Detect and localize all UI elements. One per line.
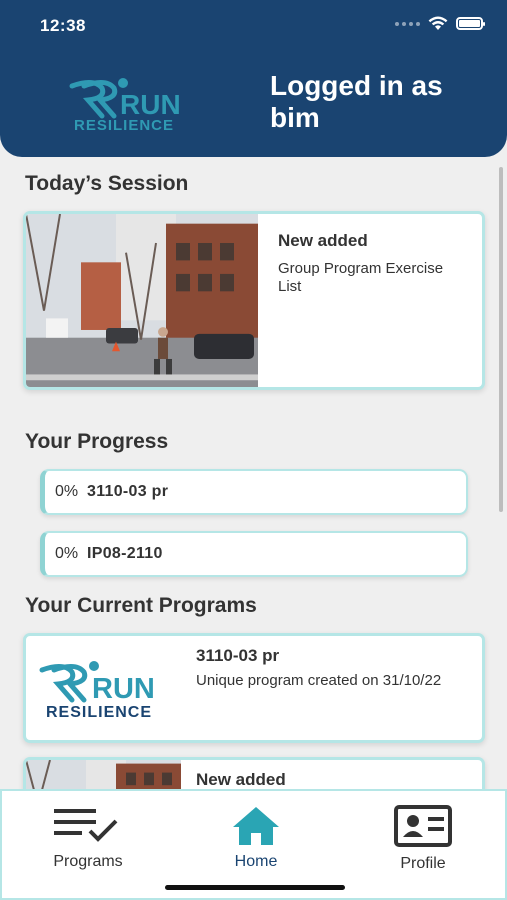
tab-profile-label: Profile [400, 855, 446, 872]
status-icons [395, 16, 485, 31]
todays-session-card[interactable]: New added Group Program Exercise List [23, 211, 485, 390]
tab-home[interactable]: Home [196, 805, 316, 871]
progress-program-name: 3110-03 pr [87, 483, 169, 500]
status-time: 12:38 [40, 16, 86, 35]
logo-word: RUN [92, 673, 155, 705]
bottom-tab-bar: Programs Home Profile [0, 789, 507, 900]
logo-tagline: RESILIENCE [74, 117, 174, 134]
street-photo [26, 214, 258, 387]
logged-in-label: Logged in as bim [270, 70, 443, 133]
session-card-title: New added [278, 231, 368, 250]
signal-dots-icon [395, 21, 420, 26]
your-progress-title: Your Progress [25, 430, 169, 453]
run-resilience-logo: RUN RESILIENCE [39, 661, 155, 721]
profile-card-icon [394, 805, 452, 847]
tab-home-label: Home [234, 853, 278, 870]
tab-profile[interactable]: Profile [363, 805, 483, 873]
checklist-icon [54, 809, 118, 842]
tab-programs-label: Programs [53, 853, 123, 870]
run-resilience-logo: RUN RESILIENCE [69, 78, 181, 134]
tab-programs[interactable]: Programs [28, 805, 148, 871]
program-subtitle: Unique program created on 31/10/22 [196, 672, 442, 689]
todays-session-title: Today’s Session [25, 172, 189, 195]
progress-program-name: IP08-2110 [87, 545, 163, 562]
progress-percent: 0% [55, 545, 79, 562]
current-programs-title: Your Current Programs [25, 594, 257, 617]
program-card[interactable]: RUN RESILIENCE 3110-03 pr Unique program… [23, 633, 485, 743]
progress-item[interactable]: 0% 3110-03 pr [40, 469, 468, 515]
logo-word: RUN [120, 89, 181, 120]
progress-percent: 0% [55, 483, 79, 500]
progress-item[interactable]: 0% IP08-2110 [40, 531, 468, 577]
battery-icon [456, 17, 485, 30]
wifi-icon [428, 16, 448, 30]
logo-tagline: RESILIENCE [46, 704, 152, 721]
home-icon [233, 807, 279, 845]
home-indicator[interactable] [165, 885, 345, 890]
program-title: 3110-03 pr [196, 646, 280, 665]
program-title: New added [196, 770, 286, 789]
session-card-subtitle: Group Program Exercise List [278, 260, 444, 295]
app-header: 12:38 RUN RESILIENCE Logged in as bim [0, 0, 507, 157]
